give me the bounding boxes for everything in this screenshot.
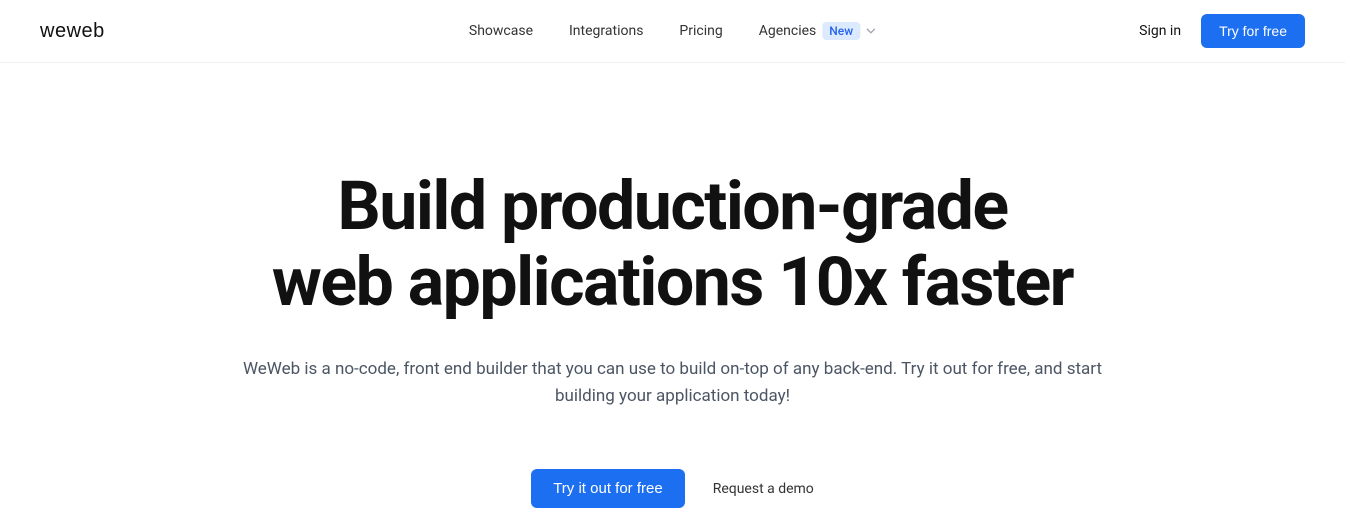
brand-name: weweb [40,20,105,42]
main-nav: Showcase Integrations Pricing Agencies N… [469,22,876,40]
nav-item-integrations[interactable]: Integrations [569,23,643,39]
chevron-down-icon [866,26,876,36]
request-demo-link[interactable]: Request a demo [713,481,814,497]
new-badge: New [822,22,860,40]
hero-cta-row: Try it out for free Request a demo [173,469,1173,508]
site-header: weweb Showcase Integrations Pricing Agen… [0,0,1345,63]
hero-title-line2: web applications 10x faster [272,242,1073,322]
nav-item-showcase[interactable]: Showcase [469,23,533,39]
try-free-button[interactable]: Try for free [1201,14,1305,48]
hero-subtitle: WeWeb is a no-code, front end builder th… [213,356,1133,409]
header-right: Sign in Try for free [1139,14,1305,48]
nav-label: Agencies [759,23,817,39]
hero-title-line1: Build production-grade [337,166,1007,246]
nav-item-agencies[interactable]: Agencies New [759,22,876,40]
nav-label: Showcase [469,23,533,39]
try-it-out-button[interactable]: Try it out for free [531,469,684,508]
hero-section: Build production-grade web applications … [173,63,1173,508]
header-left: weweb [40,20,105,43]
signin-link[interactable]: Sign in [1139,23,1181,39]
nav-label: Pricing [679,23,722,39]
brand-logo[interactable]: weweb [40,20,105,43]
hero-title: Build production-grade web applications … [173,168,1173,320]
nav-item-pricing[interactable]: Pricing [679,23,722,39]
nav-label: Integrations [569,23,643,39]
